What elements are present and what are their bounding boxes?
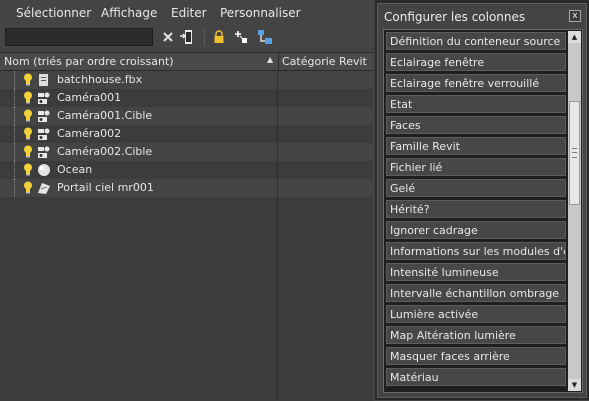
cell-divider	[277, 143, 278, 161]
object-name[interactable]: Caméra002.Cible	[57, 145, 152, 158]
clear-search-icon[interactable]	[160, 29, 176, 45]
light-bulb-icon[interactable]	[23, 127, 33, 140]
column-header-revit-category[interactable]: Catégorie Revit	[278, 53, 374, 70]
menu-editer[interactable]: Editer	[171, 6, 207, 20]
list-scrollbar[interactable]: ▲ ▼	[568, 31, 581, 391]
column-option[interactable]: Lumière activée	[386, 305, 566, 323]
tree-row[interactable]: batchhouse.fbx	[0, 71, 373, 89]
columns-list[interactable]: Définition du conteneur source Eclairage …	[383, 29, 583, 393]
column-header-name-label: Nom (triés par ordre croissant)	[4, 55, 174, 68]
cell-divider	[277, 125, 278, 143]
column-option[interactable]: Eclairage fenêtre	[386, 53, 566, 71]
column-option[interactable]: Ignorer cadrage	[386, 221, 566, 239]
tree-row[interactable]: Caméra001.Cible	[0, 107, 373, 125]
column-option[interactable]: Définition du conteneur source	[386, 32, 566, 50]
light-bulb-icon[interactable]	[23, 145, 33, 158]
tree-connector	[14, 161, 16, 179]
tree-connector	[14, 179, 16, 197]
column-option[interactable]: Informations sur les modules d'ex...	[386, 242, 566, 260]
light-bulb-icon[interactable]	[23, 73, 33, 86]
column-option[interactable]: Map Altération lumière	[386, 326, 566, 344]
tree-connector	[14, 71, 16, 89]
tree-header: Nom (triés par ordre croissant) ▲ Catégo…	[0, 53, 373, 71]
column-option[interactable]: Intensité lumineuse	[386, 263, 566, 281]
sort-ascending-icon: ▲	[267, 55, 274, 64]
panel-frame: Configurer les colonnes x Définition du …	[377, 3, 587, 398]
cell-divider	[277, 161, 278, 179]
column-option[interactable]: Matériau	[386, 368, 566, 386]
sky-portal-icon	[37, 181, 51, 195]
toolbar-divider	[204, 28, 205, 46]
object-name[interactable]: batchhouse.fbx	[57, 73, 142, 86]
column-option[interactable]: Gelé	[386, 179, 566, 197]
tree-row[interactable]: Ocean	[0, 161, 373, 179]
filter-selection-icon[interactable]	[178, 29, 194, 45]
object-name[interactable]: Caméra001	[57, 91, 121, 104]
light-bulb-icon[interactable]	[23, 163, 33, 176]
object-name[interactable]: Portail ciel mr001	[57, 181, 154, 194]
camera-icon	[37, 91, 51, 105]
object-name[interactable]: Caméra001.Cible	[57, 109, 152, 122]
file-link-icon	[37, 73, 51, 87]
cell-divider	[277, 71, 278, 89]
light-bulb-icon[interactable]	[23, 91, 33, 104]
scroll-down-arrow-icon[interactable]: ▼	[568, 379, 581, 391]
camera-target-icon	[37, 145, 51, 159]
panel-title: Configurer les colonnes	[384, 10, 526, 24]
tree-connector	[14, 89, 16, 107]
hierarchy-icon[interactable]	[257, 29, 273, 45]
light-bulb-icon[interactable]	[23, 181, 33, 194]
column-option[interactable]: Etat	[386, 95, 566, 113]
column-header-name[interactable]: Nom (triés par ordre croissant) ▲	[0, 53, 277, 70]
scroll-up-arrow-icon[interactable]: ▲	[568, 31, 581, 43]
column-option[interactable]: Masquer faces arrière	[386, 347, 566, 365]
menu-personnaliser[interactable]: Personnaliser	[220, 6, 301, 20]
column-option[interactable]: Intervalle échantillon ombrage	[386, 284, 566, 302]
object-name[interactable]: Caméra002	[57, 127, 121, 140]
tree-row[interactable]: Caméra002	[0, 125, 373, 143]
lock-icon[interactable]	[211, 29, 227, 45]
close-button[interactable]: x	[569, 10, 581, 22]
menu-selectionner[interactable]: Sélectionner	[16, 6, 91, 20]
column-option[interactable]: Faces	[386, 116, 566, 134]
tree-connector	[14, 107, 16, 125]
object-name[interactable]: Ocean	[57, 163, 92, 176]
cell-divider	[277, 179, 278, 197]
tree-row[interactable]: Caméra002.Cible	[0, 143, 373, 161]
column-header-revit-label: Catégorie Revit	[282, 55, 367, 68]
column-option[interactable]: Eclairage fenêtre verrouillé	[386, 74, 566, 92]
tree-row[interactable]: Caméra001	[0, 89, 373, 107]
camera-target-icon	[37, 109, 51, 123]
menu-affichage[interactable]: Affichage	[101, 6, 157, 20]
tree-connector	[14, 125, 16, 143]
column-option[interactable]: Fichier lié	[386, 158, 566, 176]
sphere-icon	[37, 163, 51, 177]
camera-icon	[37, 127, 51, 141]
search-input[interactable]	[5, 28, 153, 46]
menu-bar: Sélectionner Affichage Editer Personnali…	[0, 0, 373, 26]
scene-explorer: Sélectionner Affichage Editer Personnali…	[0, 0, 373, 401]
cell-divider	[277, 89, 278, 107]
cell-divider	[277, 107, 278, 125]
configure-columns-panel: Configurer les colonnes x Définition du …	[375, 0, 589, 400]
scene-tree: Nom (triés par ordre croissant) ▲ Catégo…	[0, 52, 373, 401]
tree-connector	[14, 143, 16, 161]
tree-row[interactable]: Portail ciel mr001	[0, 179, 373, 197]
column-option[interactable]: Hérité?	[386, 200, 566, 218]
add-link-icon[interactable]	[234, 29, 250, 45]
scrollbar-thumb[interactable]	[569, 101, 580, 205]
light-bulb-icon[interactable]	[23, 109, 33, 122]
column-option[interactable]: Famille Revit	[386, 137, 566, 155]
grip-icon	[572, 148, 577, 158]
